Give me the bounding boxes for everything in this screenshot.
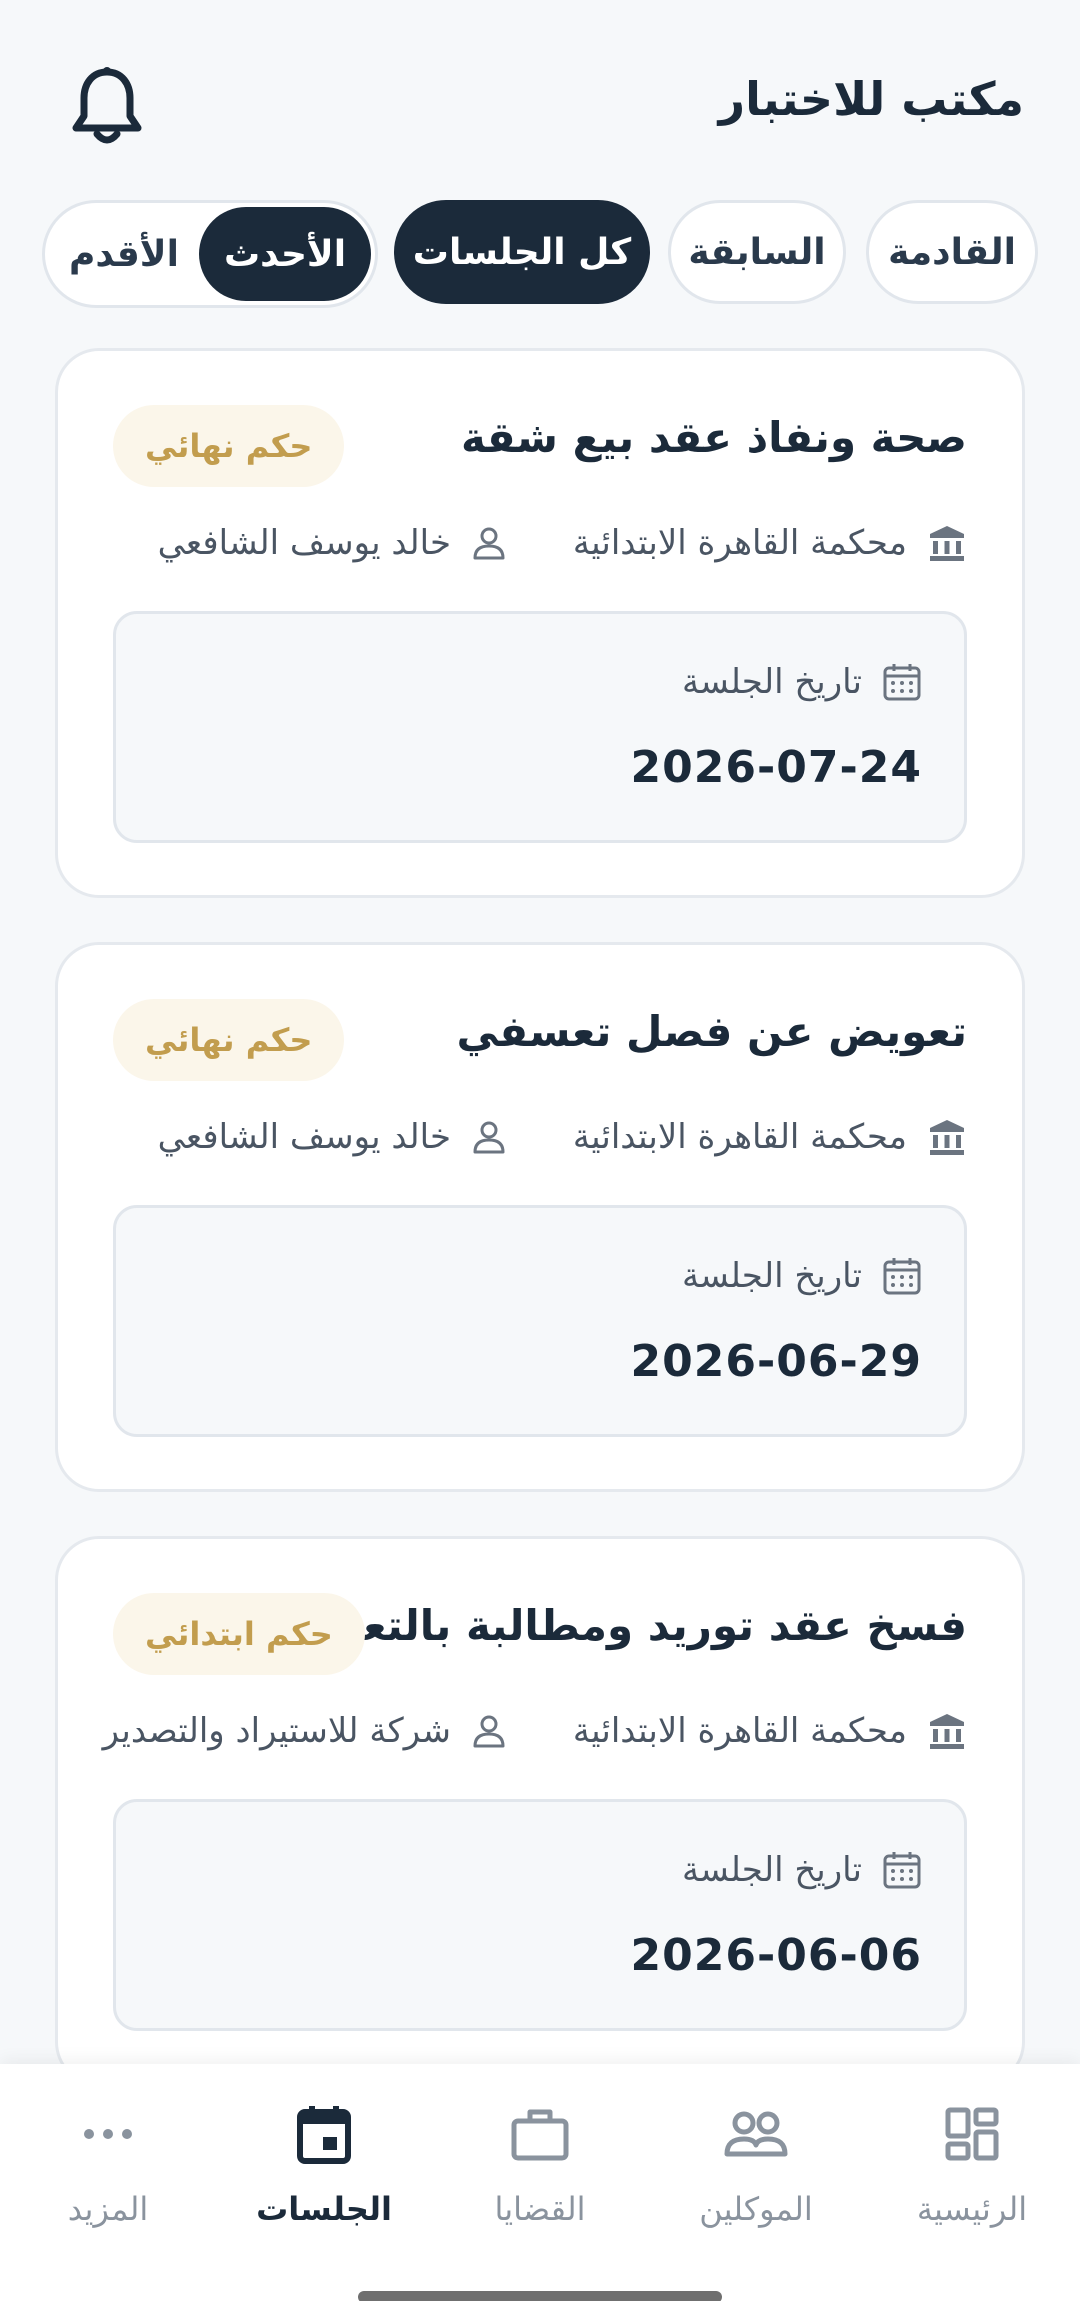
client-info: خالد يوسف الشافعي <box>158 1107 507 1167</box>
filter-bar: القادمة السابقة كل الجلسات الأحدث الأقدم <box>0 200 1080 308</box>
session-card[interactable]: تعويض عن فصل تعسفي حكم نهائي محكمة القاه… <box>55 942 1025 1492</box>
person-icon <box>473 1715 505 1748</box>
nav-home-label: الرئيسية <box>916 2190 1028 2228</box>
court-info: محكمة القاهرة الابتدائية <box>573 513 967 573</box>
case-title: تعويض عن فصل تعسفي <box>456 1007 967 1056</box>
session-date-value: 2026-06-06 <box>630 1930 922 1981</box>
case-title: صحة ونفاذ عقد بيع شقة <box>460 413 967 462</box>
session-date-box: تاريخ الجلسة 2026-07-24 <box>113 611 967 843</box>
nav-more-label: المزيد <box>67 2190 149 2228</box>
briefcase-icon <box>511 2094 569 2174</box>
status-badge: حكم نهائي <box>113 405 345 487</box>
session-date-label: تاريخ الجلسة <box>681 662 862 702</box>
courthouse-icon <box>930 1120 964 1155</box>
status-badge: حكم ابتدائي <box>113 1593 365 1675</box>
more-icon <box>83 2094 133 2174</box>
session-date-value: 2026-06-29 <box>630 1336 922 1387</box>
sort-toggle: الأحدث الأقدم <box>42 200 378 308</box>
client-name: شركة للاستيراد والتصدير <box>102 1711 451 1751</box>
nav-cases[interactable]: القضايا <box>432 2094 648 2254</box>
court-info: محكمة القاهرة الابتدائية <box>573 1701 967 1761</box>
filter-past-chip[interactable]: السابقة <box>668 200 846 304</box>
session-date-value: 2026-07-24 <box>630 742 922 793</box>
bell-icon[interactable] <box>72 66 142 146</box>
nav-sessions-label: الجلسات <box>256 2190 392 2228</box>
status-badge: حكم نهائي <box>113 999 345 1081</box>
sort-oldest-option[interactable]: الأقدم <box>49 207 199 301</box>
session-date-label-row: تاريخ الجلسة <box>682 1850 922 1890</box>
nav-clients-label: الموكلين <box>699 2190 813 2228</box>
client-name: خالد يوسف الشافعي <box>157 523 451 563</box>
home-indicator[interactable] <box>358 2291 722 2301</box>
app-header: مكتب للاختبار <box>0 0 1080 200</box>
courthouse-icon <box>930 526 964 561</box>
sort-newest-option[interactable]: الأحدث <box>199 207 371 301</box>
nav-home[interactable]: الرئيسية <box>864 2094 1080 2254</box>
dashboard-icon <box>945 2094 999 2174</box>
session-date-label: تاريخ الجلسة <box>681 1256 862 1296</box>
person-icon <box>473 1121 505 1154</box>
court-name: محكمة القاهرة الابتدائية <box>572 1117 907 1157</box>
calendar-icon <box>883 664 921 701</box>
calendar-icon <box>883 1258 921 1295</box>
session-date-label: تاريخ الجلسة <box>681 1850 862 1890</box>
court-info: محكمة القاهرة الابتدائية <box>573 1107 967 1167</box>
bottom-navigation: الرئيسية الموكلين القضايا الجلسات المزيد <box>0 2064 1080 2301</box>
client-info: خالد يوسف الشافعي <box>158 513 507 573</box>
filter-upcoming-chip[interactable]: القادمة <box>866 200 1038 304</box>
session-date-box: تاريخ الجلسة 2026-06-06 <box>113 1799 967 2031</box>
nav-clients[interactable]: الموكلين <box>648 2094 864 2254</box>
person-icon <box>473 527 505 560</box>
calendar-icon <box>297 2094 351 2174</box>
session-date-label-row: تاريخ الجلسة <box>682 1256 922 1296</box>
courthouse-icon <box>930 1714 964 1749</box>
session-card[interactable]: صحة ونفاذ عقد بيع شقة حكم نهائي محكمة ال… <box>55 348 1025 898</box>
filter-all-sessions-chip[interactable]: كل الجلسات <box>394 200 650 304</box>
nav-sessions[interactable]: الجلسات <box>216 2094 432 2254</box>
session-card[interactable]: فسخ عقد توريد ومطالبة بالتعويض حكم ابتدا… <box>55 1536 1025 2086</box>
session-date-box: تاريخ الجلسة 2026-06-29 <box>113 1205 967 1437</box>
client-name: خالد يوسف الشافعي <box>157 1117 451 1157</box>
case-title: فسخ عقد توريد ومطالبة بالتعويض <box>263 1601 967 1650</box>
nav-cases-label: القضايا <box>494 2190 586 2228</box>
court-name: محكمة القاهرة الابتدائية <box>572 1711 907 1751</box>
calendar-icon <box>883 1852 921 1889</box>
people-icon <box>724 2094 788 2174</box>
session-date-label-row: تاريخ الجلسة <box>682 662 922 702</box>
client-info: شركة للاستيراد والتصدير <box>103 1701 507 1761</box>
nav-more[interactable]: المزيد <box>0 2094 216 2254</box>
page-title: مكتب للاختبار <box>718 72 1024 126</box>
court-name: محكمة القاهرة الابتدائية <box>572 523 907 563</box>
